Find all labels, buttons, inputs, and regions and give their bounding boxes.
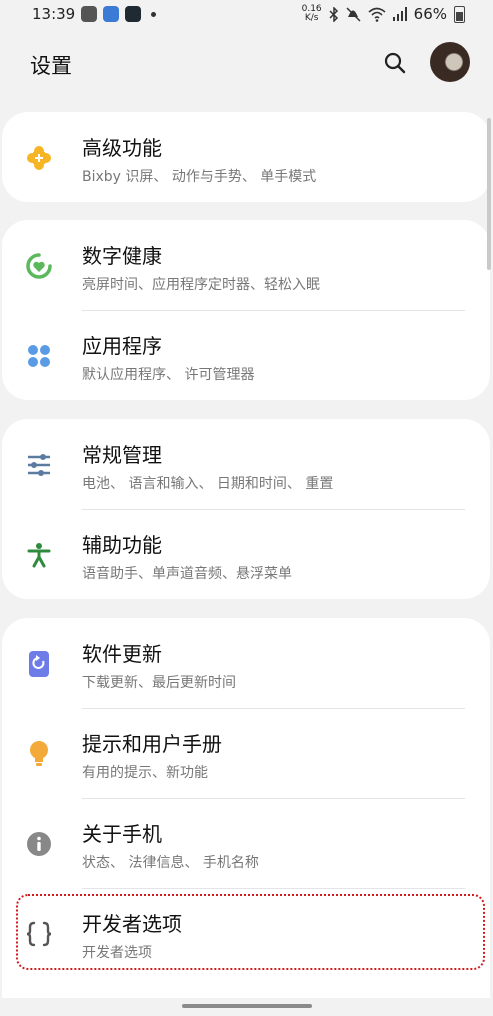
more-notifications-dot-icon (151, 11, 157, 17)
settings-item-general-management[interactable]: 常规管理 电池、 语言和输入、 日期和时间、 重置 (2, 419, 490, 509)
item-subtitle: 亮屏时间、应用程序定时器、轻松入眠 (82, 277, 320, 293)
plus-puzzle-icon (24, 143, 54, 173)
sliders-icon (24, 450, 54, 480)
wellbeing-icon (24, 251, 54, 281)
item-subtitle: 电池、 语言和输入、 日期和时间、 重置 (82, 476, 334, 492)
item-subtitle: 默认应用程序、 许可管理器 (82, 367, 255, 383)
item-title: 提示和用户手册 (82, 732, 222, 756)
item-subtitle: 下载更新、最后更新时间 (82, 675, 236, 691)
settings-item-about-phone[interactable]: 关于手机 状态、 法律信息、 手机名称 (2, 798, 490, 888)
lightbulb-icon (24, 739, 54, 769)
status-bar: 13:39 0.16 K/s 66% (0, 0, 493, 30)
bluetooth-icon (329, 6, 338, 22)
settings-item-advanced-features[interactable]: 高级功能 Bixby 识屏、 动作与手势、 单手模式 (2, 112, 490, 202)
search-icon[interactable] (384, 52, 406, 74)
account-avatar[interactable] (430, 42, 470, 82)
item-title: 辅助功能 (82, 533, 162, 557)
status-time: 13:39 (32, 5, 76, 23)
page-title: 设置 (30, 54, 72, 78)
apps-icon (24, 341, 54, 371)
notification-app-icon-3 (125, 6, 142, 22)
wifi-icon (368, 7, 386, 22)
notification-app-icon-2 (103, 6, 120, 22)
scrollbar[interactable] (487, 118, 491, 270)
developer-options-highlight (16, 894, 485, 970)
status-left: 13:39 (32, 5, 157, 23)
info-icon (24, 829, 54, 859)
software-update-icon (24, 649, 54, 679)
accessibility-icon (24, 540, 54, 570)
card-advanced: 高级功能 Bixby 识屏、 动作与手势、 单手模式 (2, 112, 490, 202)
status-right: 0.16 K/s 66% (302, 5, 465, 23)
gesture-nav-bar[interactable] (182, 1004, 312, 1008)
item-title: 应用程序 (82, 334, 162, 358)
settings-item-software-update[interactable]: 软件更新 下载更新、最后更新时间 (2, 618, 490, 708)
header: 设置 (0, 30, 493, 100)
item-subtitle: 语音助手、单声道音频、悬浮菜单 (82, 566, 292, 582)
item-title: 软件更新 (82, 642, 162, 666)
settings-item-digital-wellbeing[interactable]: 数字健康 亮屏时间、应用程序定时器、轻松入眠 (2, 220, 490, 310)
item-title: 关于手机 (82, 822, 162, 846)
cell-signal-icon (392, 7, 407, 21)
mute-icon (346, 6, 361, 22)
item-title: 数字健康 (82, 244, 162, 268)
settings-item-apps[interactable]: 应用程序 默认应用程序、 许可管理器 (2, 310, 490, 400)
notification-app-icon (81, 6, 98, 22)
network-speed-unit: K/s (304, 13, 319, 23)
settings-item-tips-manual[interactable]: 提示和用户手册 有用的提示、新功能 (2, 708, 490, 798)
battery-icon (454, 5, 465, 23)
card-wellbeing-apps: 数字健康 亮屏时间、应用程序定时器、轻松入眠 应用程序 默认应用程序、 许可管理… (2, 220, 490, 400)
card-general-accessibility: 常规管理 电池、 语言和输入、 日期和时间、 重置 辅助功能 语音助手、单声道音… (2, 419, 490, 599)
item-title: 高级功能 (82, 136, 162, 160)
settings-item-accessibility[interactable]: 辅助功能 语音助手、单声道音频、悬浮菜单 (2, 509, 490, 599)
network-speed: 0.16 K/s (302, 5, 322, 23)
item-subtitle: 有用的提示、新功能 (82, 765, 208, 781)
battery-percentage: 66% (413, 5, 447, 23)
item-title: 常规管理 (82, 443, 162, 467)
item-subtitle: 状态、 法律信息、 手机名称 (82, 855, 259, 871)
item-subtitle: Bixby 识屏、 动作与手势、 单手模式 (82, 169, 317, 185)
